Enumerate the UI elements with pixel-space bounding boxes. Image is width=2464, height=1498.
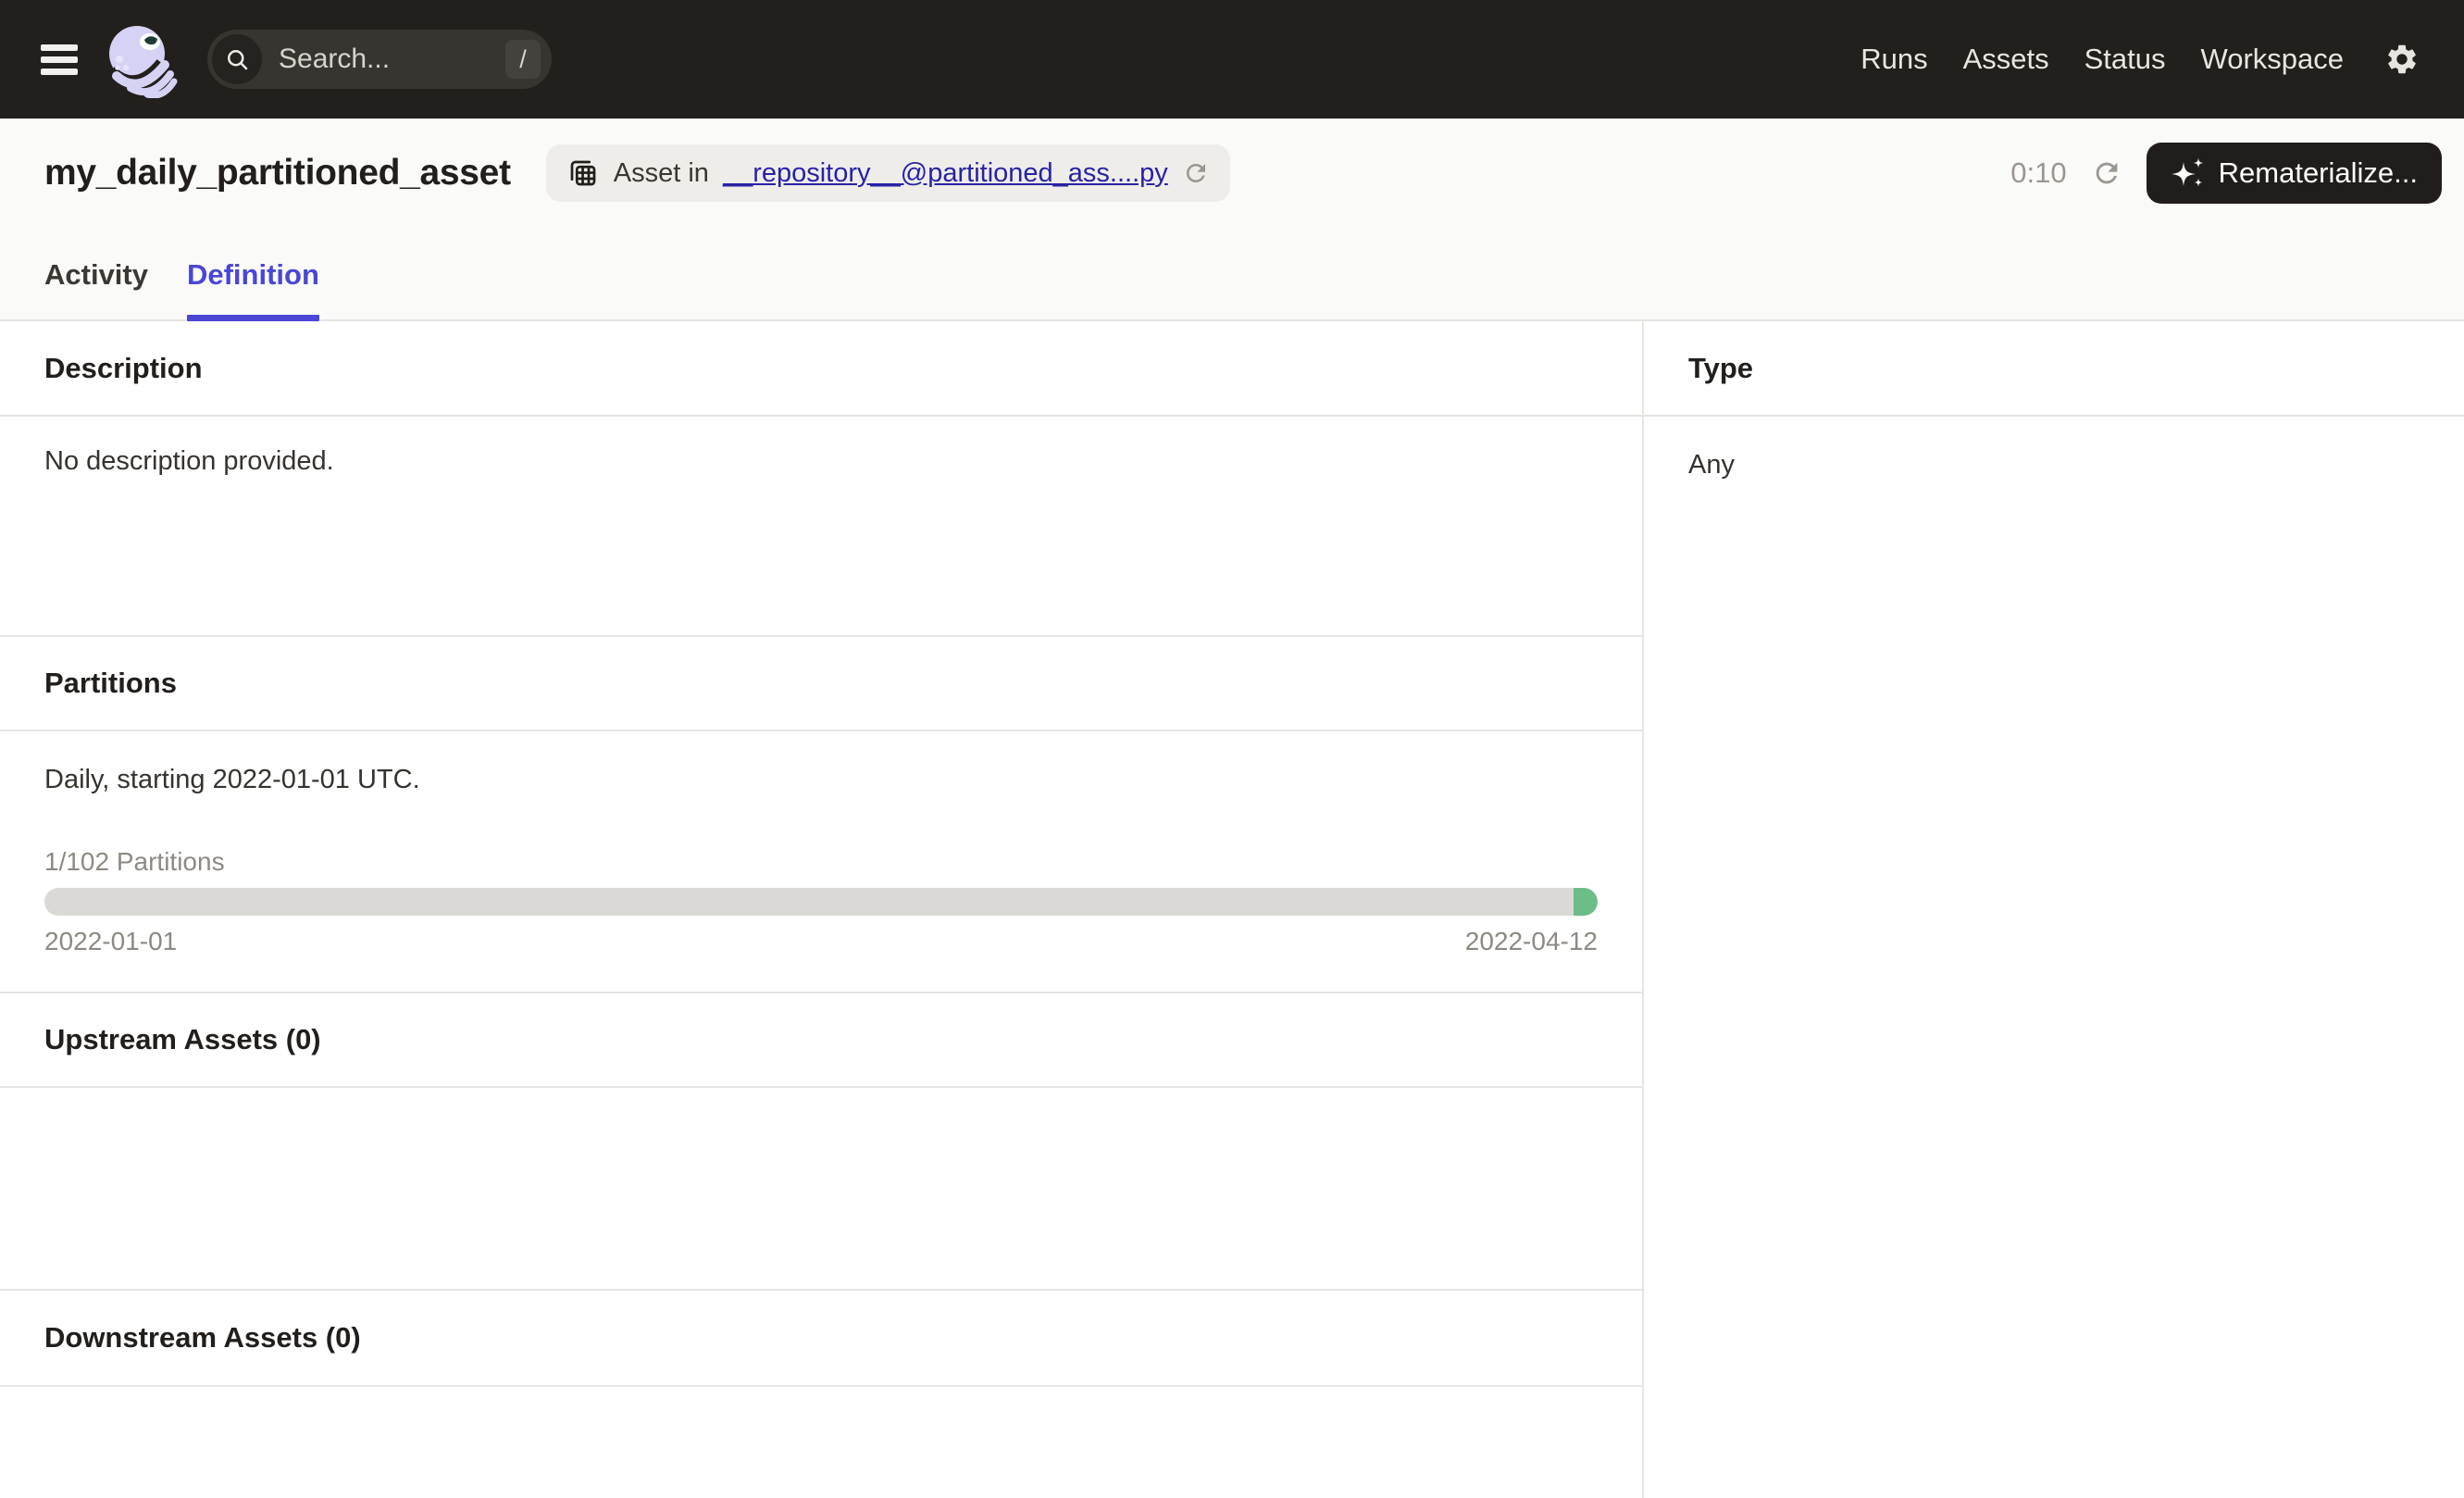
partition-range-row: 2022-01-01 2022-04-12: [44, 927, 1598, 956]
downstream-title: Downstream Assets (0): [44, 1321, 361, 1354]
section-partitions-header: Partitions: [0, 637, 1642, 731]
header-actions: 0:10 Rematerialize...: [2010, 143, 2442, 204]
description-empty-text: No description provided.: [44, 446, 334, 476]
partitions-schedule: Daily, starting 2022-01-01 UTC.: [44, 765, 1598, 795]
tab-activity-label: Activity: [44, 258, 148, 292]
search-input[interactable]: [262, 44, 505, 75]
partitions-count-label: 1/102 Partitions: [44, 847, 1598, 877]
top-navbar: / Runs Assets Status Workspace: [0, 0, 2464, 119]
asset-tabs: Activity Definition: [0, 231, 2464, 319]
section-upstream-header: Upstream Assets (0): [0, 993, 1642, 1088]
badge-reload-button[interactable]: [1182, 159, 1210, 187]
partition-range-end: 2022-04-12: [1465, 927, 1598, 956]
dagster-logo[interactable]: [106, 20, 180, 98]
settings-button[interactable]: [2384, 42, 2420, 77]
type-value: Any: [1688, 450, 1735, 480]
partitions-progress-bar: [44, 888, 1598, 916]
title-row: my_daily_partitioned_asset Asset in __re…: [0, 119, 2464, 204]
reload-icon: [1182, 159, 1210, 187]
asset-location-badge: Asset in __repository__@partitioned_ass.…: [546, 144, 1230, 202]
asset-in-label: Asset in: [614, 158, 709, 189]
partitions-progress-fill: [1574, 888, 1598, 916]
partitions-title: Partitions: [44, 667, 177, 700]
description-content: No description provided.: [0, 417, 1642, 637]
nav-link-assets[interactable]: Assets: [1963, 43, 2049, 76]
section-downstream-header: Downstream Assets (0): [0, 1291, 1642, 1387]
upstream-title: Upstream Assets (0): [44, 1023, 321, 1056]
refresh-icon: [2091, 157, 2122, 189]
refresh-button[interactable]: [2091, 157, 2122, 189]
active-tab-indicator: [187, 315, 319, 321]
left-column: Description No description provided. Par…: [0, 321, 1642, 1498]
section-type-header: Type: [1644, 321, 2464, 417]
sparkles-icon: [2171, 156, 2206, 191]
search-bar: /: [207, 30, 552, 89]
nav-link-status[interactable]: Status: [2084, 43, 2166, 76]
type-content: Any: [1644, 417, 2464, 514]
main-content: Description No description provided. Par…: [0, 321, 2464, 1498]
gear-icon: [2384, 42, 2420, 77]
nav-left-cluster: /: [41, 20, 552, 98]
upstream-empty-content: [0, 1088, 1642, 1291]
rematerialize-label: Rematerialize...: [2219, 156, 2418, 190]
partition-range-start: 2022-01-01: [44, 927, 177, 956]
asset-group-icon: [566, 156, 600, 190]
nav-link-workspace[interactable]: Workspace: [2201, 43, 2345, 76]
description-title: Description: [44, 352, 203, 385]
tab-definition[interactable]: Definition: [187, 231, 319, 319]
refresh-timer: 0:10: [2010, 156, 2066, 190]
slash-shortcut-key: /: [505, 40, 541, 79]
repository-link[interactable]: __repository__@partitioned_ass....py: [723, 158, 1168, 189]
nav-right-cluster: Runs Assets Status Workspace: [1860, 42, 2420, 77]
section-description-header: Description: [0, 321, 1642, 417]
right-column: Type Any: [1642, 321, 2464, 1498]
tab-activity[interactable]: Activity: [44, 231, 148, 319]
tab-definition-label: Definition: [187, 258, 319, 292]
search-icon: [223, 45, 251, 73]
octopus-logo-icon: [106, 20, 180, 98]
hamburger-menu-icon[interactable]: [41, 44, 78, 75]
nav-link-runs[interactable]: Runs: [1860, 43, 1927, 76]
downstream-empty-content: [0, 1387, 1642, 1498]
page-title: my_daily_partitioned_asset: [44, 153, 511, 193]
type-title: Type: [1688, 352, 1753, 385]
search-icon-circle: [212, 34, 262, 84]
partitions-content: Daily, starting 2022-01-01 UTC. 1/102 Pa…: [0, 731, 1642, 993]
rematerialize-button[interactable]: Rematerialize...: [2147, 143, 2442, 204]
asset-page-header: my_daily_partitioned_asset Asset in __re…: [0, 119, 2464, 321]
